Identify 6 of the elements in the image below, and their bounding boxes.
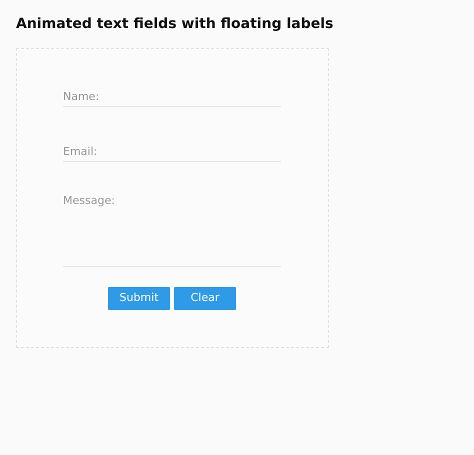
input-field[interactable]: Message:: [63, 191, 281, 267]
input-field[interactable]: Email:: [63, 142, 281, 162]
page-title: Animated text fields with floating labels: [16, 15, 334, 34]
form-button[interactable]: Submit: [108, 287, 170, 310]
input-field[interactable]: Name:: [63, 87, 281, 107]
form-button[interactable]: Clear: [174, 287, 236, 310]
